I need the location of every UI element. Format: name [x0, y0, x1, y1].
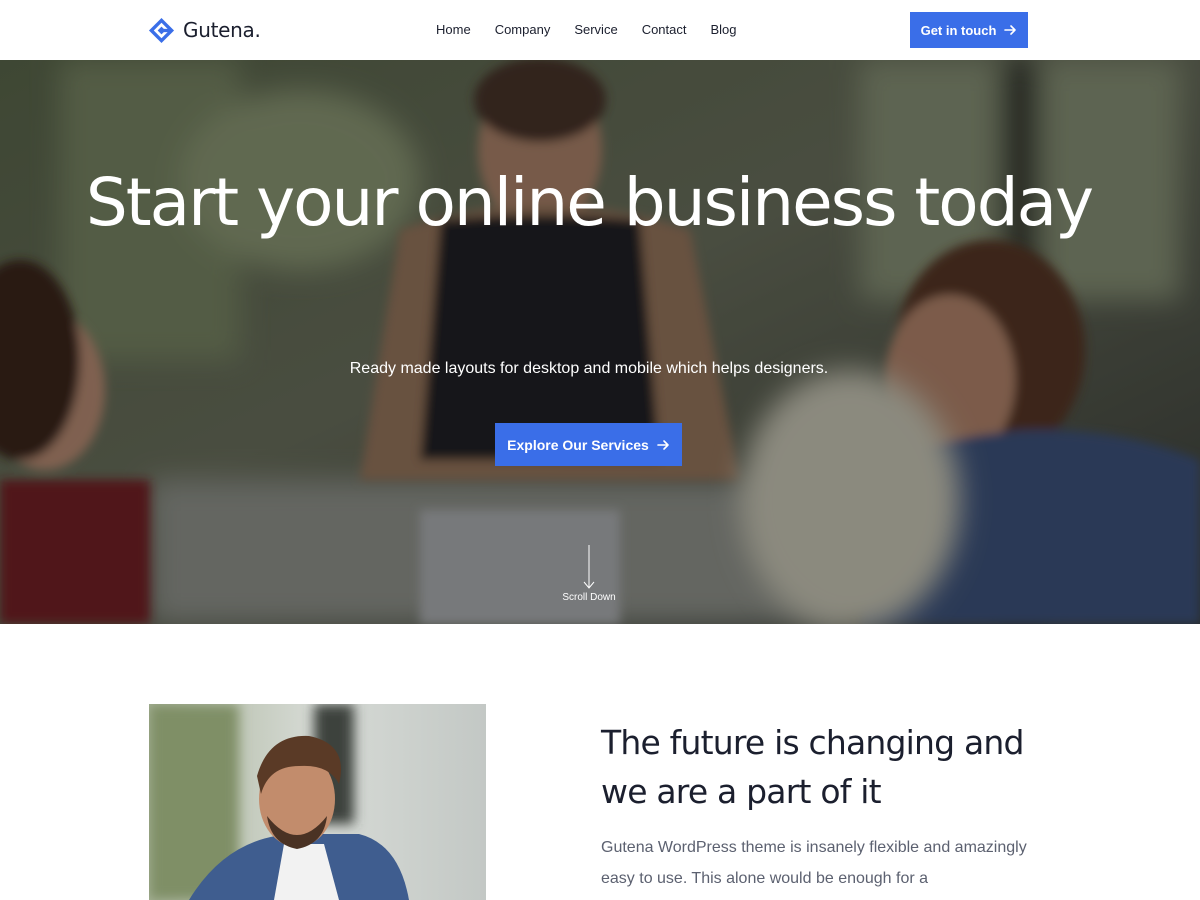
hero-overlay [0, 60, 1200, 624]
about-heading: The future is changing and we are a part… [601, 723, 1024, 811]
arrow-down-icon [583, 545, 595, 589]
hero-subtitle: Ready made layouts for desktop and mobil… [349, 360, 829, 377]
site-header: Gutena. Home Company Service Contact Blo… [0, 0, 1200, 60]
nav-link-contact[interactable]: Contact [642, 21, 687, 39]
get-in-touch-button[interactable]: Get in touch [910, 12, 1028, 48]
nav-link-blog[interactable]: Blog [711, 21, 737, 39]
scroll-down-label: Scroll Down [562, 592, 616, 603]
hero-title: Start your online business today [85, 164, 1094, 241]
explore-services-button[interactable]: Explore Our Services [495, 423, 682, 466]
brand-name: Gutena. [183, 18, 261, 42]
arrow-right-icon [1004, 25, 1017, 35]
arrow-right-icon [657, 439, 669, 450]
explore-services-label: Explore Our Services [507, 436, 649, 453]
get-in-touch-label: Get in touch [920, 22, 997, 38]
main-navigation: Home Company Service Contact Blog [436, 21, 761, 39]
brand-logo[interactable]: Gutena. [148, 16, 261, 44]
hero-section: Start your online business today Ready m… [0, 60, 1200, 624]
scroll-down-link[interactable]: Scroll Down [548, 544, 630, 603]
nav-link-home[interactable]: Home [436, 21, 471, 39]
nav-link-company[interactable]: Company [495, 21, 551, 39]
gutena-logo-icon [148, 17, 175, 43]
about-description: Gutena WordPress theme is insanely flexi… [601, 839, 1027, 887]
nav-link-service[interactable]: Service [574, 21, 617, 39]
smiling-man-photo [149, 704, 486, 900]
